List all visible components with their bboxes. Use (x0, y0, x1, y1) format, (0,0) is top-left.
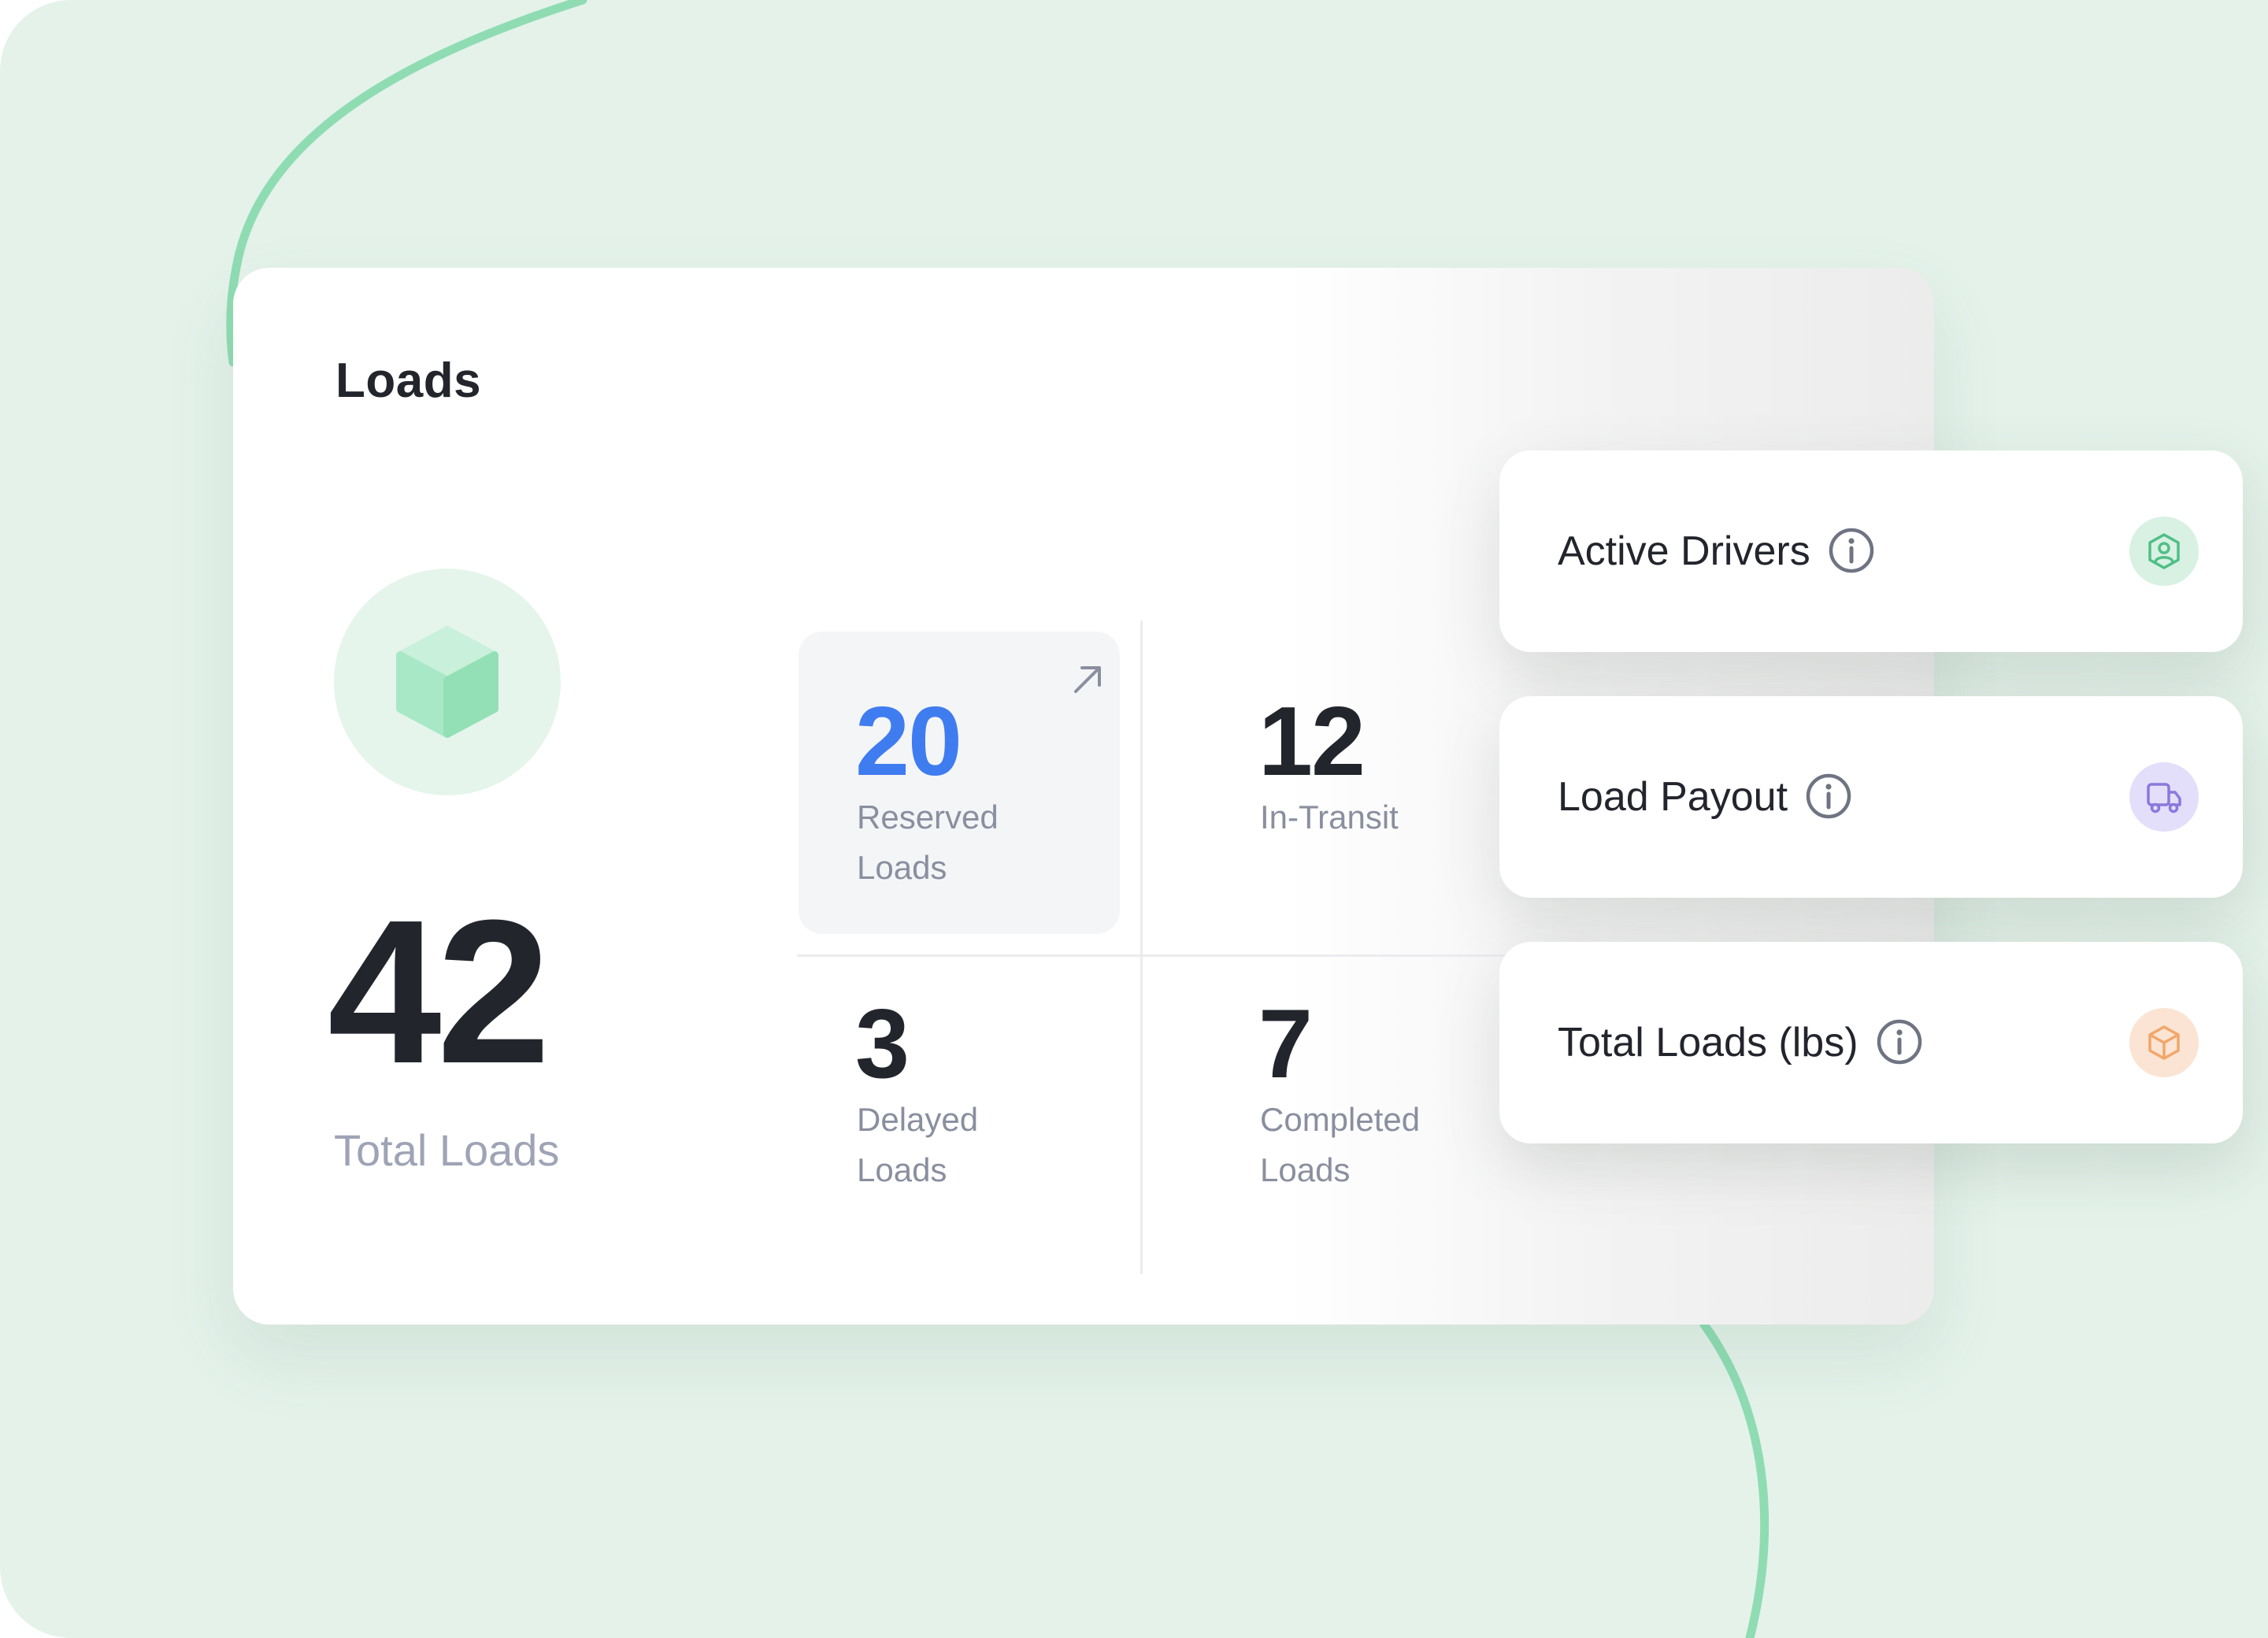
info-icon[interactable] (1876, 1018, 1923, 1065)
stat-value: 3 (855, 990, 910, 1099)
stat-reserved-loads[interactable]: 20 Reserved Loads (799, 632, 1120, 934)
box-3d-icon (396, 626, 498, 738)
total-loads-label: Total Loads (334, 1125, 560, 1175)
metric-card-active-drivers[interactable]: Active Drivers (1499, 450, 2243, 652)
stat-label: Completed Loads (1260, 1101, 1421, 1188)
stat-completed-loads[interactable]: 7 Completed Loads (1202, 976, 1517, 1276)
stat-value: 20 (855, 687, 962, 796)
info-icon[interactable] (1805, 773, 1852, 820)
metric-label: Active Drivers (1558, 528, 1810, 574)
total-loads-icon-badge (334, 569, 561, 795)
stat-label: In-Transit (1260, 799, 1399, 836)
card-title: Loads (335, 354, 482, 408)
metric-card-load-payout[interactable]: Load Payout (1499, 696, 2243, 898)
arrow-up-right-icon[interactable] (1071, 662, 1106, 696)
driver-badge (2129, 517, 2199, 586)
stat-label: Delayed Loads (857, 1101, 979, 1188)
metric-label: Total Loads (lbs) (1558, 1020, 1858, 1065)
truck-icon (2147, 783, 2181, 813)
stat-value: 7 (1258, 990, 1313, 1099)
grid-divider-vertical (1140, 621, 1143, 1274)
stat-in-transit[interactable]: 12 In-Transit (1202, 632, 1517, 934)
stat-delayed-loads[interactable]: 3 Delayed Loads (799, 976, 1120, 1276)
total-loads-value: 42 (328, 878, 550, 1106)
stat-label: Reserved Loads (857, 799, 999, 886)
weight-badge (2129, 1008, 2199, 1077)
grid-divider-horizontal (797, 954, 1584, 957)
stat-value: 12 (1258, 687, 1366, 796)
driver-shield-icon (2148, 533, 2180, 569)
metric-label: Load Payout (1558, 774, 1788, 820)
payout-badge (2129, 762, 2199, 832)
info-icon[interactable] (1828, 527, 1875, 574)
package-icon (2148, 1025, 2180, 1060)
metric-card-total-loads-lbs[interactable]: Total Loads (lbs) (1499, 942, 2243, 1143)
